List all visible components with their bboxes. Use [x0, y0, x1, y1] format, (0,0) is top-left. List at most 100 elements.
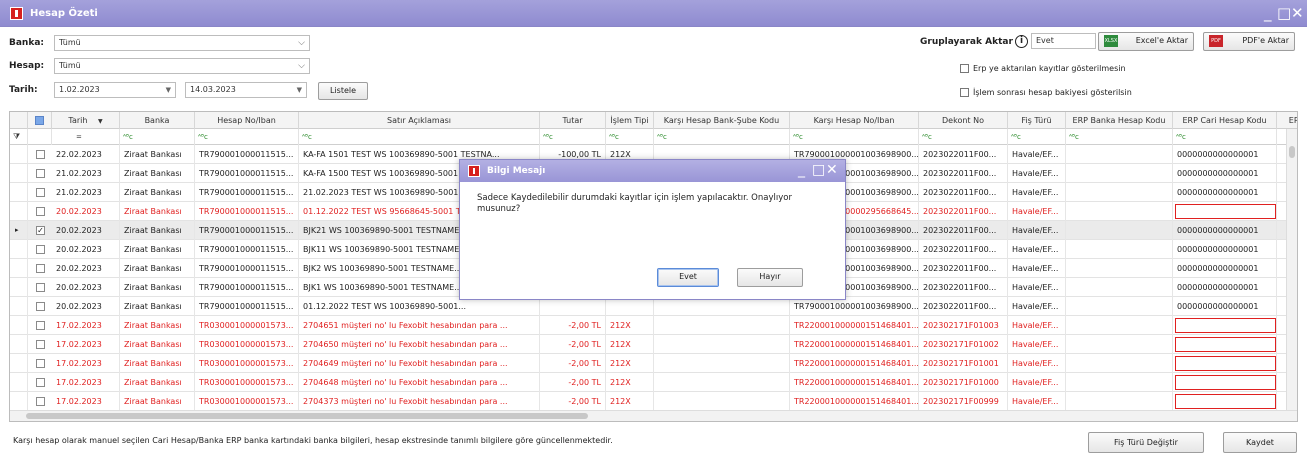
cell-aciklama[interactable]: 2704649 müşteri no' lu Fexobit hesabında…	[299, 354, 540, 373]
tarih-end-picker[interactable]: 14.03.2023 ▼	[185, 82, 307, 98]
horizontal-scroll-thumb[interactable]	[26, 413, 588, 419]
cell-banka[interactable]: Ziraat Bankası	[120, 183, 195, 202]
kaydet-button[interactable]: Kaydet	[1223, 432, 1297, 453]
col-hesap[interactable]: Hesap No/Iban	[195, 112, 299, 129]
cell-fis[interactable]: Havale/EF...	[1008, 221, 1066, 240]
cell-dekont[interactable]: 202302171F01002	[919, 335, 1008, 354]
cell-hesap[interactable]: TR790001000011515...	[195, 259, 299, 278]
cell-dekont[interactable]: 202302171F00999	[919, 392, 1008, 411]
cell-tarih[interactable]: 20.02.2023	[52, 278, 120, 297]
cell-dekont[interactable]: 2023022011F00...	[919, 164, 1008, 183]
row-checkbox[interactable]	[36, 150, 45, 159]
gruplayarak-input[interactable]: Evet	[1031, 33, 1096, 49]
cell-fis[interactable]: Havale/EF...	[1008, 183, 1066, 202]
bakiye-show-checkbox[interactable]	[960, 88, 969, 97]
cell-banka[interactable]: Ziraat Bankası	[120, 278, 195, 297]
table-row[interactable]: 17.02.2023 Ziraat Bankası TR03000100000157…	[10, 373, 1297, 392]
cell-banka[interactable]: Ziraat Bankası	[120, 221, 195, 240]
row-checkbox[interactable]	[36, 169, 45, 178]
cell-erpc[interactable]: 0000000000000001	[1173, 278, 1277, 297]
cell-hesap[interactable]: TR790001000011515...	[195, 297, 299, 316]
cell-erpb[interactable]	[1066, 164, 1173, 183]
cell-kbs[interactable]	[654, 354, 790, 373]
filter-fis[interactable]: ᴬᴮc	[1008, 129, 1066, 145]
col-tutar[interactable]: Tutar	[540, 112, 606, 129]
cell-aciklama[interactable]: 2704373 müşteri no' lu Fexobit hesabında…	[299, 392, 540, 411]
cell-erpb[interactable]	[1066, 259, 1173, 278]
col-islem-tipi[interactable]: İşlem Tipi	[606, 112, 654, 129]
cell-fis[interactable]: Havale/EF...	[1008, 354, 1066, 373]
col-karsi-iban[interactable]: Karşı Hesap No/Iban	[790, 112, 919, 129]
cell-kiban[interactable]: TR220001000000151468401...	[790, 373, 919, 392]
filter-cell[interactable]	[28, 129, 52, 145]
cell-kiban[interactable]: TR220001000000151468401...	[790, 316, 919, 335]
banka-select[interactable]: Tümü ⌵	[54, 35, 310, 51]
cell-erpb[interactable]	[1066, 354, 1173, 373]
col-erp-banka[interactable]: ERP Banka Hesap Kodu	[1066, 112, 1173, 129]
erp-cari-required-field[interactable]	[1175, 356, 1276, 371]
cell-dekont[interactable]: 2023022011F00...	[919, 259, 1008, 278]
cell-hesap[interactable]: TR790001000011515...	[195, 221, 299, 240]
erp-hide-checkbox[interactable]	[960, 64, 969, 73]
erp-cari-required-field[interactable]	[1175, 337, 1276, 352]
cell-kbs[interactable]	[654, 392, 790, 411]
cell-dekont[interactable]: 2023022011F00...	[919, 278, 1008, 297]
cell-banka[interactable]: Ziraat Bankası	[120, 164, 195, 183]
cell-fis[interactable]: Havale/EF...	[1008, 145, 1066, 164]
cell-erpb[interactable]	[1066, 316, 1173, 335]
excel-export-button[interactable]: XLSX Excel'e Aktar	[1098, 32, 1194, 51]
filter-tarih[interactable]: =	[52, 129, 120, 145]
cell-hesap[interactable]: TR030001000001573...	[195, 392, 299, 411]
col-fis-turu[interactable]: Fiş Türü	[1008, 112, 1066, 129]
cell-dekont[interactable]: 2023022011F00...	[919, 240, 1008, 259]
row-checkbox[interactable]	[36, 321, 45, 330]
cell-fis[interactable]: Havale/EF...	[1008, 316, 1066, 335]
cell-tarih[interactable]: 20.02.2023	[52, 259, 120, 278]
table-row[interactable]: 17.02.2023 Ziraat Bankası TR03000100000157…	[10, 316, 1297, 335]
row-checkbox[interactable]	[36, 340, 45, 349]
cell-tarih[interactable]: 20.02.2023	[52, 240, 120, 259]
cell-tarih[interactable]: 20.02.2023	[52, 202, 120, 221]
cell-erpb[interactable]	[1066, 373, 1173, 392]
cell-hesap[interactable]: TR030001000001573...	[195, 316, 299, 335]
cell-erpb[interactable]	[1066, 392, 1173, 411]
cell-erpb[interactable]	[1066, 240, 1173, 259]
cell-banka[interactable]: Ziraat Bankası	[120, 240, 195, 259]
col-tarih[interactable]: Tarih ▼	[52, 112, 120, 129]
vertical-scroll-thumb[interactable]	[1289, 146, 1295, 158]
cell-dekont[interactable]: 2023022011F00...	[919, 145, 1008, 164]
cell-erpc[interactable]: 0000000000000001	[1173, 164, 1277, 183]
filter-hesap[interactable]: ᴬᴮc	[195, 129, 299, 145]
cell-fis[interactable]: Havale/EF...	[1008, 278, 1066, 297]
cell-dekont[interactable]: 202302171F01001	[919, 354, 1008, 373]
fis-turu-degistir-button[interactable]: Fiş Türü Değiştir	[1088, 432, 1204, 453]
cell-erpb[interactable]	[1066, 221, 1173, 240]
row-checkbox[interactable]	[36, 378, 45, 387]
cell-aciklama[interactable]: 2704651 müşteri no' lu Fexobit hesabında…	[299, 316, 540, 335]
erp-cari-required-field[interactable]	[1175, 318, 1276, 333]
cell-erpc[interactable]: 0000000000000001	[1173, 183, 1277, 202]
cell-hesap[interactable]: TR790001000011515...	[195, 164, 299, 183]
cell-banka[interactable]: Ziraat Bankası	[120, 373, 195, 392]
cell-tutar[interactable]: -2,00 TL	[540, 392, 606, 411]
cell-hesap[interactable]: TR790001000011515...	[195, 145, 299, 164]
cell-banka[interactable]: Ziraat Bankası	[120, 145, 195, 164]
erp-cari-required-field[interactable]	[1175, 375, 1276, 390]
cell-fis[interactable]: Havale/EF...	[1008, 259, 1066, 278]
cell-erpb[interactable]	[1066, 335, 1173, 354]
filter-aciklama[interactable]: ᴬᴮc	[299, 129, 540, 145]
cell-erpc[interactable]: 0000000000000001	[1173, 297, 1277, 316]
row-checkbox[interactable]: ✓	[36, 226, 45, 235]
cell-dekont[interactable]: 2023022011F00...	[919, 183, 1008, 202]
cell-banka[interactable]: Ziraat Bankası	[120, 354, 195, 373]
cell-tarih[interactable]: 17.02.2023	[52, 373, 120, 392]
cell-tip[interactable]: 212X	[606, 316, 654, 335]
row-checkbox[interactable]	[36, 264, 45, 273]
dialog-minimize-button[interactable]: _	[798, 162, 805, 178]
erp-cari-required-field[interactable]	[1175, 204, 1276, 219]
hesap-select[interactable]: Tümü ⌵	[54, 58, 310, 74]
evet-button[interactable]: Evet	[657, 268, 719, 287]
cell-hesap[interactable]: TR030001000001573...	[195, 335, 299, 354]
vertical-scrollbar[interactable]	[1286, 129, 1297, 412]
cell-hesap[interactable]: TR790001000011515...	[195, 278, 299, 297]
